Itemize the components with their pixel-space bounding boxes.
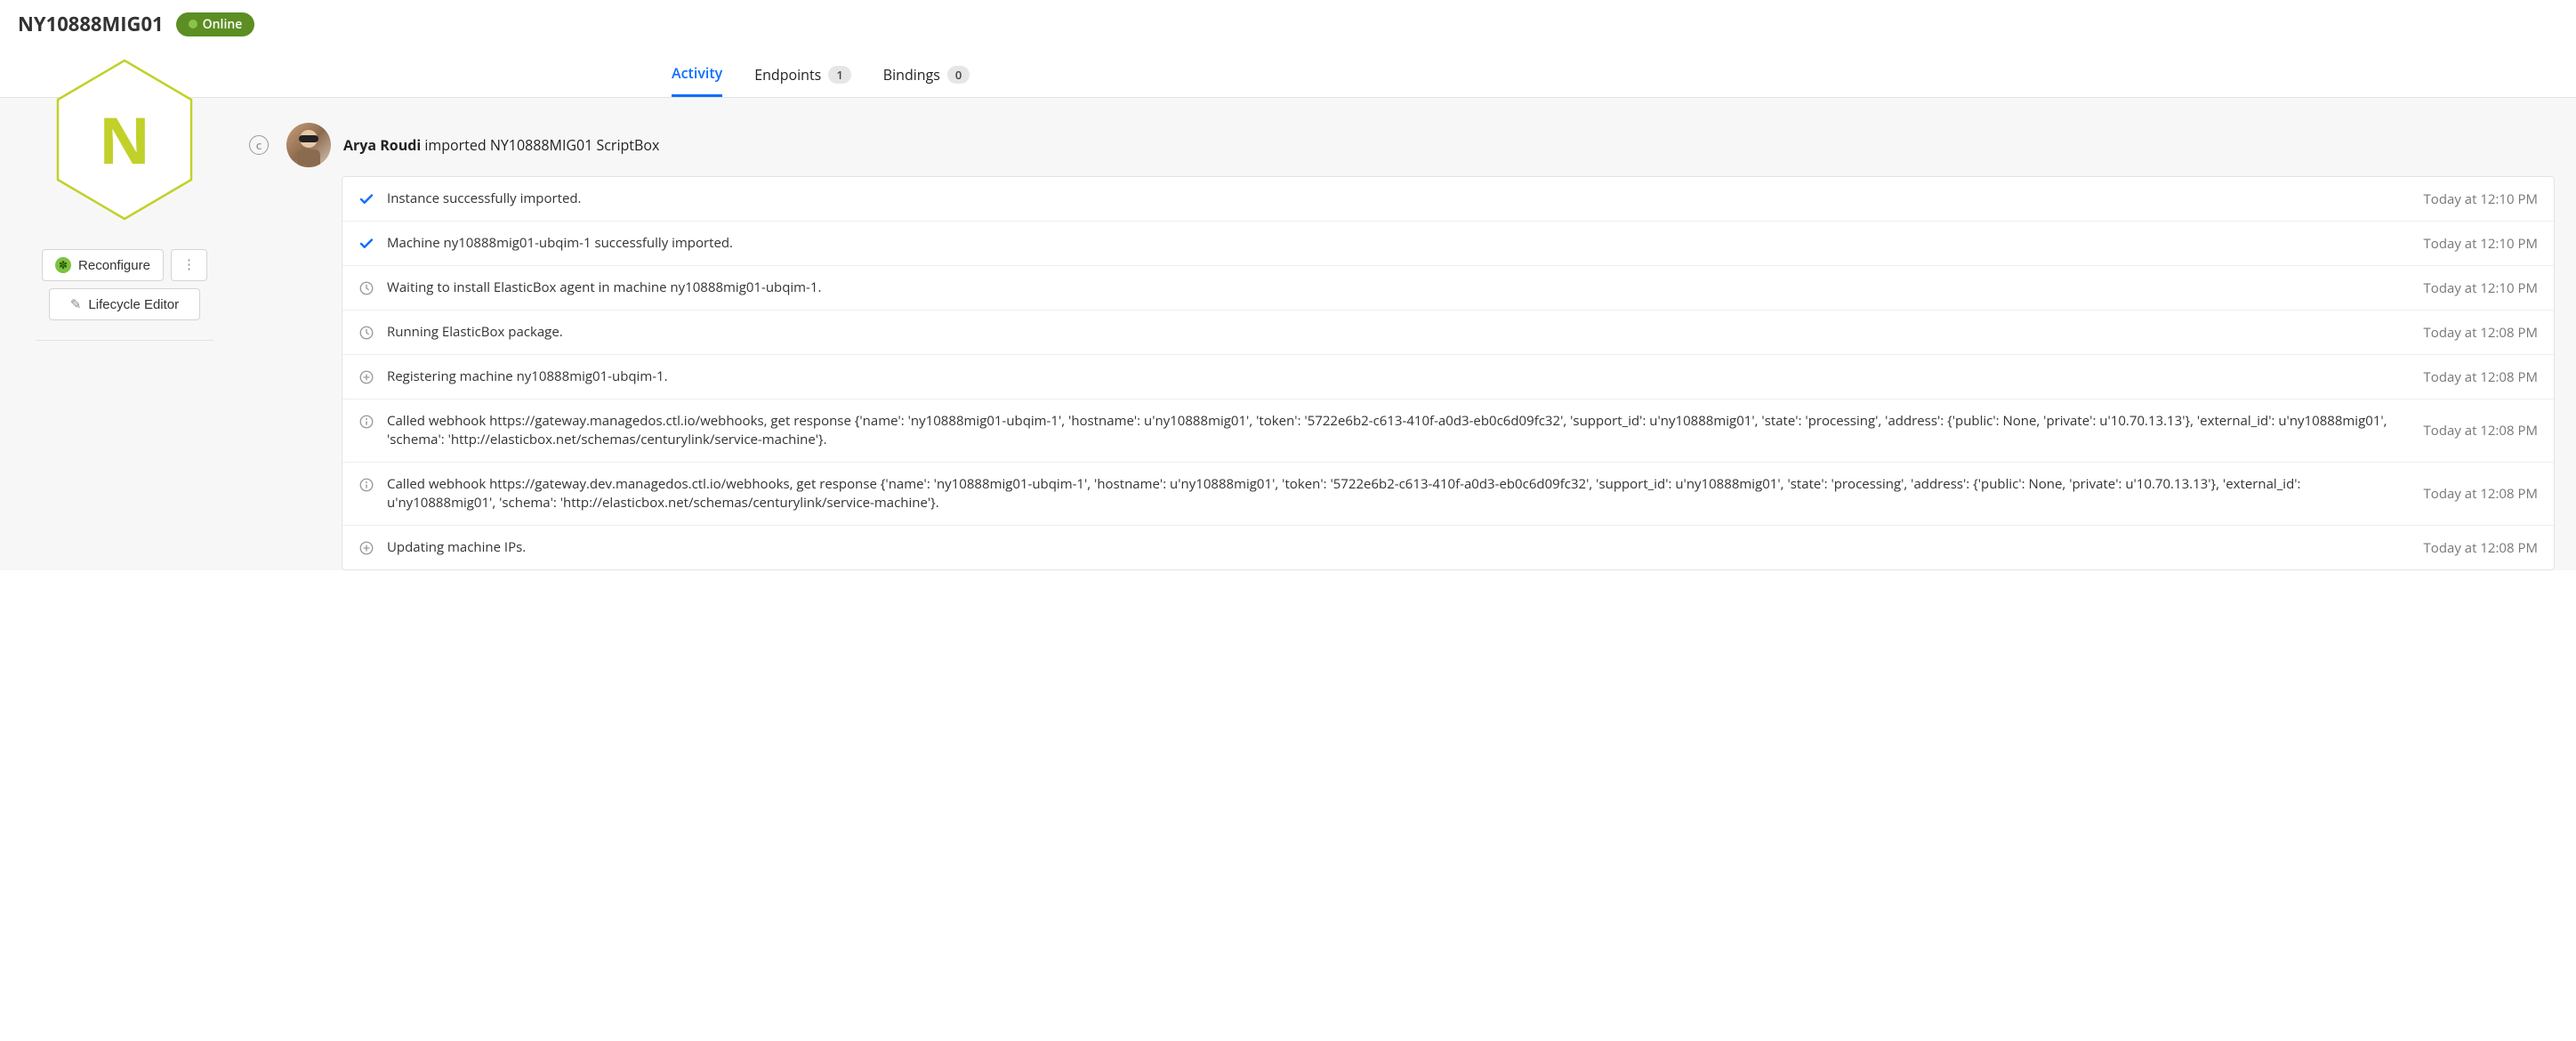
log-row: Machine ny10888mig01-ubqim-1 successfull… [342,222,2554,266]
log-message: Called webhook https://gateway.dev.manag… [387,475,2395,512]
topbar: NY10888MIG01 Online [0,0,2576,41]
log-time: Today at 12:08 PM [2424,324,2538,342]
check-icon [358,191,374,207]
instance-hexagon: N [25,55,224,224]
log-time: Today at 12:10 PM [2424,190,2538,208]
feed-object: NY10888MIG01 ScriptBox [490,135,660,155]
plus-icon [358,369,374,385]
feed-user: Arya Roudi [343,135,421,155]
content: N ✽ Reconfigure ⋮ ✎ Lifecycle Editor [0,98,2576,570]
feed-action: imported [424,135,486,155]
log-message: Registering machine ny10888mig01-ubqim-1… [387,367,2395,386]
tabs: Activity Endpoints 1 Bindings 0 [0,52,2576,98]
source-icon: c [249,135,269,155]
hexagon-icon: N [49,55,200,224]
log-time: Today at 12:08 PM [2424,368,2538,386]
log-time: Today at 12:10 PM [2424,279,2538,297]
activity-log: Instance successfully imported. Today at … [342,176,2555,570]
instance-name: NY10888MIG01 [18,11,164,37]
log-time: Today at 12:10 PM [2424,235,2538,253]
lifecycle-editor-button[interactable]: ✎ Lifecycle Editor [49,288,200,320]
reconfigure-button[interactable]: ✽ Reconfigure [42,249,164,281]
status-dot-icon [189,20,197,28]
log-message: Updating machine IPs. [387,538,2395,557]
tab-count: 0 [947,66,970,84]
log-message: Running ElasticBox package. [387,323,2395,342]
tab-label: Bindings [883,65,940,85]
user-avatar [286,123,331,167]
log-time: Today at 12:08 PM [2424,485,2538,503]
feed-header: c Arya Roudi imported NY10888MIG01 Scrip… [249,123,2555,167]
log-message: Called webhook https://gateway.managedos… [387,412,2395,449]
status-badge: Online [176,12,255,36]
sidebar-divider [36,340,213,341]
tab-activity[interactable]: Activity [672,52,722,97]
tab-label: Endpoints [754,65,821,85]
clock-icon [358,325,374,341]
more-actions-button[interactable]: ⋮ [171,249,207,281]
lifecycle-row: ✎ Lifecycle Editor [25,288,224,320]
log-row: Instance successfully imported. Today at … [342,177,2554,222]
log-time: Today at 12:08 PM [2424,422,2538,440]
hexagon-letter: N [99,96,151,183]
tab-endpoints[interactable]: Endpoints 1 [754,52,851,97]
log-row: Called webhook https://gateway.managedos… [342,399,2554,463]
tab-bindings[interactable]: Bindings 0 [883,52,970,97]
clock-icon [358,280,374,296]
lifecycle-label: Lifecycle Editor [88,297,179,312]
plus-icon [358,540,374,556]
log-row: Called webhook https://gateway.dev.manag… [342,463,2554,526]
reconfigure-label: Reconfigure [78,258,150,273]
left-buttons: ✽ Reconfigure ⋮ [25,249,224,281]
log-row: Running ElasticBox package. Today at 12:0… [342,311,2554,355]
log-row: Updating machine IPs. Today at 12:08 PM [342,526,2554,569]
log-message: Machine ny10888mig01-ubqim-1 successfull… [387,234,2395,253]
log-message: Waiting to install ElasticBox agent in m… [387,278,2395,297]
check-icon [358,236,374,252]
info-icon [358,414,374,430]
tab-label: Activity [672,63,722,83]
pencil-icon: ✎ [70,296,82,312]
log-message: Instance successfully imported. [387,190,2395,208]
log-row: Waiting to install ElasticBox agent in m… [342,266,2554,311]
log-row: Registering machine ny10888mig01-ubqim-1… [342,355,2554,399]
status-label: Online [203,16,243,33]
page: NY10888MIG01 Online Activity Endpoints 1… [0,0,2576,570]
feed-title: Arya Roudi imported NY10888MIG01 ScriptB… [343,135,659,155]
sidebar: N ✽ Reconfigure ⋮ ✎ Lifecycle Editor [0,98,249,570]
log-time: Today at 12:08 PM [2424,539,2538,557]
main: c Arya Roudi imported NY10888MIG01 Scrip… [249,98,2576,570]
dots-vertical-icon: ⋮ [182,262,196,268]
tab-count: 1 [828,66,850,84]
info-icon [358,477,374,493]
gear-icon: ✽ [55,257,71,273]
